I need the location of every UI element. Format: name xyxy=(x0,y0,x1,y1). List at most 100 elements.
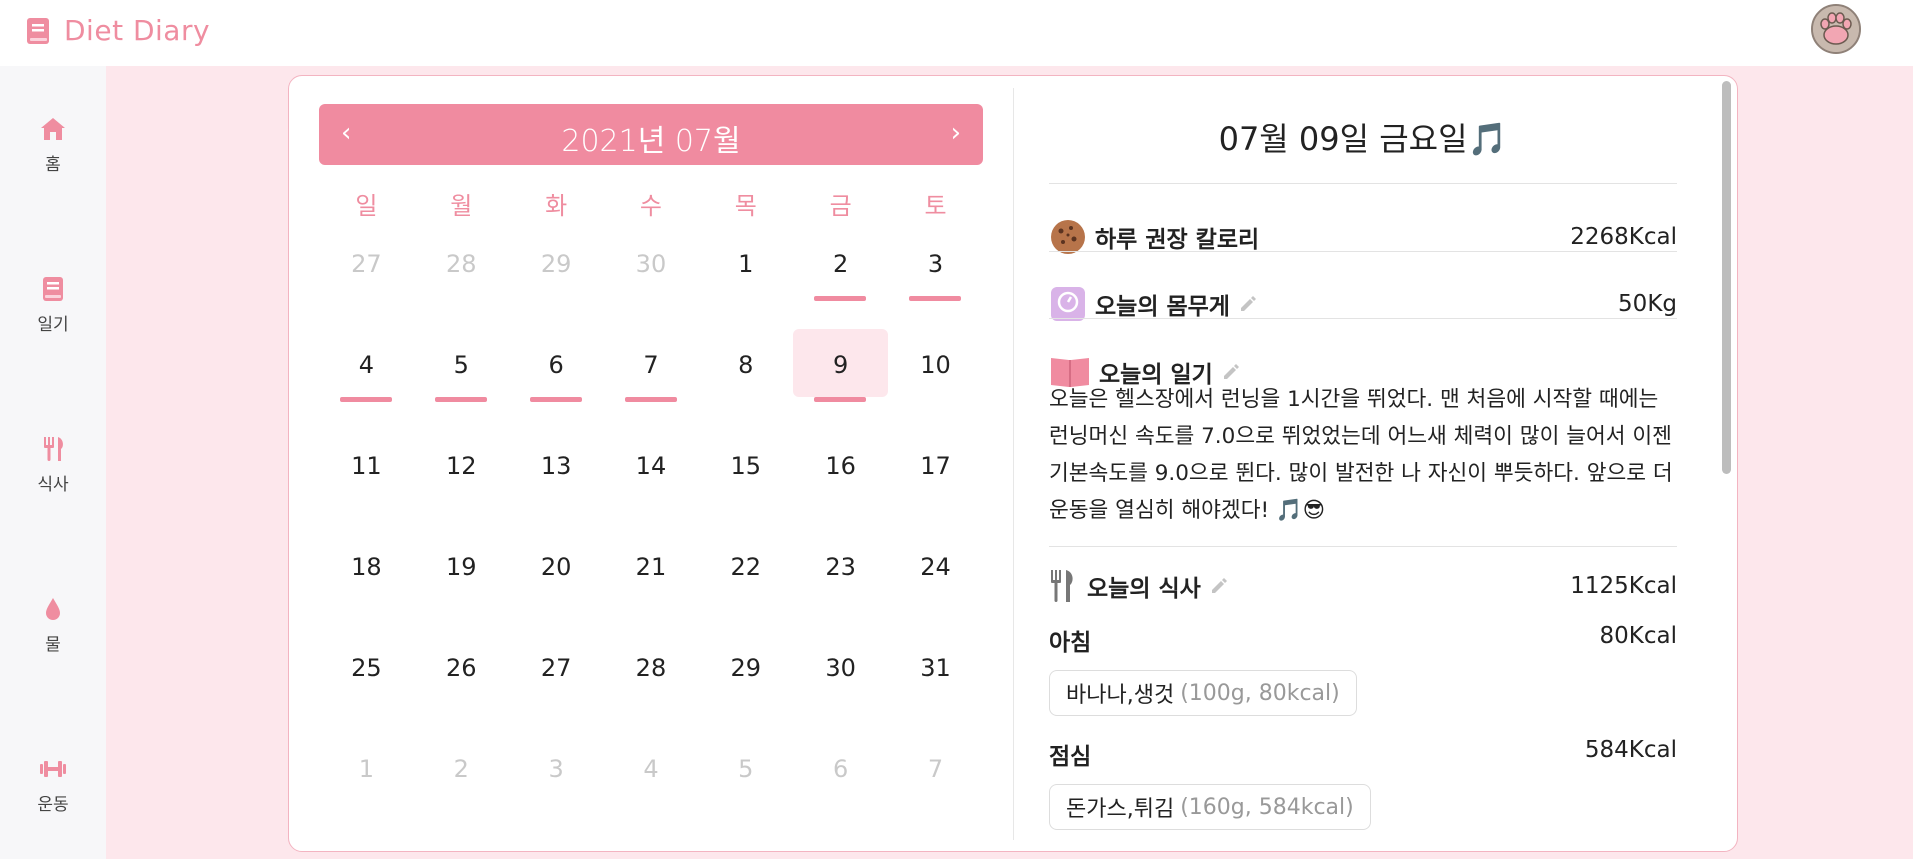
calendar-day[interactable]: 26 xyxy=(414,632,509,733)
day-number: 16 xyxy=(825,452,856,480)
sidebar-item-meal[interactable]: 식사 xyxy=(0,434,106,495)
day-number: 4 xyxy=(643,755,659,783)
meal-total-value: 1125Kcal xyxy=(1570,573,1677,599)
meal-item-header: 점심 584Kcal xyxy=(1049,737,1677,771)
entry-indicator xyxy=(340,397,392,402)
day-number: 5 xyxy=(453,351,469,379)
sidebar-item-label: 물 xyxy=(45,635,61,655)
entry-indicator xyxy=(814,296,867,301)
calendar-day[interactable]: 17 xyxy=(888,430,983,531)
calendar-day[interactable]: 19 xyxy=(414,531,509,632)
calendar-day[interactable]: 2 xyxy=(414,733,509,834)
food-chip[interactable]: 돈가스,튀김 (160g, 584kcal) xyxy=(1049,784,1371,830)
calendar-day[interactable]: 27 xyxy=(319,228,414,329)
weekday-label: 수 xyxy=(639,192,662,220)
calendar-day[interactable]: 29 xyxy=(509,228,604,329)
next-month-button[interactable]: › xyxy=(951,118,961,148)
food-chip[interactable]: 바나나,생것 (100g, 80kcal) xyxy=(1049,670,1357,716)
dumbbell-icon xyxy=(40,761,66,777)
calendar-day[interactable]: 4 xyxy=(604,733,699,834)
calendar-title: 2021년 07월 xyxy=(561,124,741,159)
calendar-day[interactable]: 30 xyxy=(604,228,699,329)
date-title: 07월 09일 금요일🎵 xyxy=(1218,120,1508,158)
day-number: 3 xyxy=(548,755,564,783)
day-number: 4 xyxy=(358,351,375,379)
pencil-icon[interactable] xyxy=(1221,362,1241,382)
day-number: 11 xyxy=(351,452,382,480)
calendar-day[interactable]: 5 xyxy=(698,733,793,834)
calendar-day[interactable]: 23 xyxy=(793,531,888,632)
calendar-day[interactable]: 29 xyxy=(698,632,793,733)
calendar-day[interactable]: 28 xyxy=(604,632,699,733)
avatar[interactable] xyxy=(1811,4,1861,54)
utensils-icon xyxy=(1051,570,1073,602)
day-number: 23 xyxy=(825,553,856,581)
entry-indicator xyxy=(434,397,487,402)
day-number: 29 xyxy=(540,250,572,278)
calendar-day[interactable]: 15 xyxy=(698,430,793,531)
day-number: 10 xyxy=(920,351,951,379)
food-info: (100g, 80kcal) xyxy=(1180,680,1340,706)
brand[interactable]: Diet Diary xyxy=(26,14,210,47)
calendar-day[interactable]: 21 xyxy=(604,531,699,632)
calendar-day[interactable]: 30 xyxy=(793,632,888,733)
utensils-icon xyxy=(44,437,63,461)
sidebar: 홈 일기 식사 물 운동 xyxy=(0,66,106,859)
weekday-label: 토 xyxy=(924,192,947,220)
calendar-day[interactable]: 6 xyxy=(509,329,604,430)
calendar-day[interactable]: 20 xyxy=(509,531,604,632)
pencil-icon[interactable] xyxy=(1238,294,1258,314)
calendar-day[interactable]: 4 xyxy=(319,329,414,430)
sidebar-item-diary[interactable]: 일기 xyxy=(0,274,106,335)
day-number: 17 xyxy=(920,452,951,480)
day-number: 1 xyxy=(358,755,375,783)
calendar-day[interactable]: 13 xyxy=(509,430,604,531)
meal-item-header: 아침 80Kcal xyxy=(1049,623,1677,657)
calendar-day[interactable]: 18 xyxy=(319,531,414,632)
sidebar-item-water[interactable]: 물 xyxy=(0,594,106,655)
calendar-day[interactable]: 1 xyxy=(319,733,414,834)
calendar-day[interactable]: 10 xyxy=(888,329,983,430)
calendar-day[interactable]: 3 xyxy=(888,228,983,329)
food-info: (160g, 584kcal) xyxy=(1180,794,1354,820)
scrollbar[interactable] xyxy=(1721,81,1731,848)
pencil-icon[interactable] xyxy=(1209,576,1229,596)
sidebar-item-label: 운동 xyxy=(37,795,69,815)
day-number: 31 xyxy=(920,654,951,682)
entry-indicator xyxy=(909,296,962,301)
calendar-day-selected[interactable]: 9 xyxy=(793,329,888,430)
sidebar-item-label: 홈 xyxy=(45,155,61,175)
calendar-day[interactable]: 1 xyxy=(698,228,793,329)
day-number: 26 xyxy=(445,654,477,682)
calendar-day[interactable]: 11 xyxy=(319,430,414,531)
calendar-day[interactable]: 8 xyxy=(698,329,793,430)
day-number: 12 xyxy=(445,452,477,480)
calendar-day[interactable]: 3 xyxy=(509,733,604,834)
sidebar-item-home[interactable]: 홈 xyxy=(0,114,106,175)
calendar-day[interactable]: 28 xyxy=(414,228,509,329)
panel-divider xyxy=(1013,88,1014,840)
calendar-day[interactable]: 31 xyxy=(888,632,983,733)
calendar-day[interactable]: 16 xyxy=(793,430,888,531)
calendar-day[interactable]: 24 xyxy=(888,531,983,632)
calendar-day[interactable]: 7 xyxy=(604,329,699,430)
calendar-day[interactable]: 27 xyxy=(509,632,604,733)
day-number: 2 xyxy=(833,250,849,278)
meal-kcal: 584Kcal xyxy=(1584,737,1677,763)
day-number: 28 xyxy=(445,250,477,278)
calendar-day[interactable]: 7 xyxy=(888,733,983,834)
calendar-grid: 27 28 29 30 1 2 3 4 5 6 7 8 9 10 11 12 13 14 15 16 17 18 19 20 2… xyxy=(319,228,983,834)
day-number: 25 xyxy=(351,654,382,682)
calendar-day[interactable]: 6 xyxy=(793,733,888,834)
calendar-day[interactable]: 5 xyxy=(414,329,509,430)
entry-indicator xyxy=(624,397,677,402)
sidebar-item-exercise[interactable]: 운동 xyxy=(0,754,106,815)
scrollbar-thumb[interactable] xyxy=(1722,81,1731,474)
entry-indicator xyxy=(529,397,582,402)
calendar-day[interactable]: 22 xyxy=(698,531,793,632)
calendar-day[interactable]: 25 xyxy=(319,632,414,733)
calendar-day[interactable]: 2 xyxy=(793,228,888,329)
day-number: 20 xyxy=(540,553,572,581)
calendar-day[interactable]: 12 xyxy=(414,430,509,531)
calendar-day[interactable]: 14 xyxy=(604,430,699,531)
